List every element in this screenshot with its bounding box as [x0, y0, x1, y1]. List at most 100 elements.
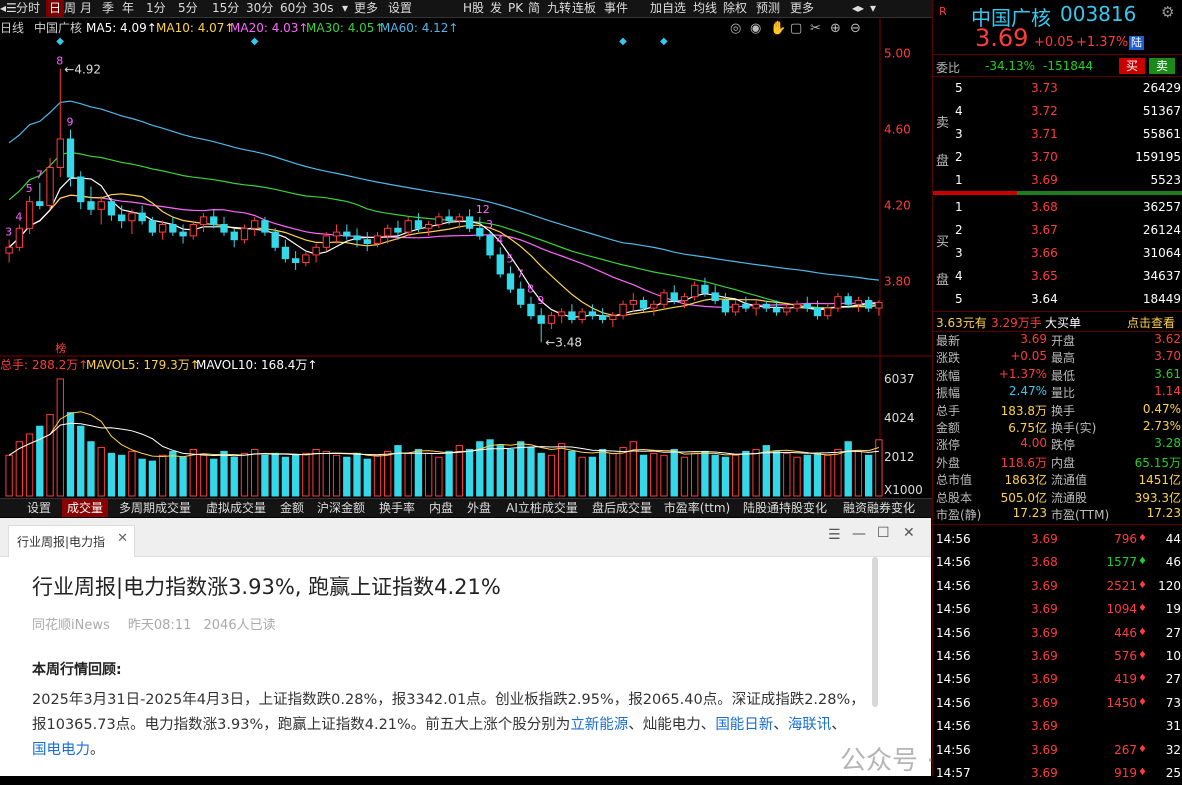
- stat-value: 6.75亿: [1008, 421, 1047, 435]
- mavol5-line: [8, 411, 880, 458]
- tick-volume: 267: [1114, 742, 1137, 757]
- stock-link[interactable]: 国能日新: [715, 717, 773, 733]
- chevron-down-icon[interactable]: ▾: [870, 0, 876, 17]
- candle-body: [465, 216, 474, 229]
- close-tab-icon[interactable]: ✕: [117, 531, 128, 546]
- tick-time: 14:56: [936, 649, 971, 663]
- period-item-12[interactable]: 更多: [354, 0, 378, 17]
- period-item-5[interactable]: 年: [122, 0, 134, 17]
- order-price: 3.68: [1031, 200, 1058, 214]
- news-tab[interactable]: 行业周报|电力指 ✕: [8, 525, 135, 557]
- indicator-tab-2[interactable]: 多周期成交量: [114, 499, 196, 517]
- stock-link[interactable]: 国电电力: [32, 742, 90, 758]
- news-scrollbar[interactable]: [872, 557, 878, 707]
- expand-icon[interactable]: ◂▸: [852, 0, 864, 17]
- period-item-11[interactable]: 30s: [312, 0, 334, 17]
- candle-body: [322, 235, 330, 248]
- toolbar-item-8[interactable]: 均线: [693, 0, 717, 17]
- toolbar-item-0[interactable]: H股: [463, 0, 484, 17]
- volume-bar: [691, 452, 699, 497]
- menu-icon[interactable]: ☰: [828, 527, 841, 543]
- order-price: 3.72: [1031, 104, 1058, 118]
- indicator-tab-13[interactable]: 融资融券变化: [836, 499, 922, 517]
- candle-body: [803, 303, 811, 309]
- chevron-down-icon[interactable]: ▾: [342, 0, 348, 17]
- sell-button[interactable]: 卖: [1149, 58, 1175, 74]
- indicator-tab-4[interactable]: 金额: [276, 499, 308, 517]
- tick-direction-icon: ♦: [1138, 743, 1147, 755]
- volume-bar: [5, 454, 13, 497]
- toolbar-item-6[interactable]: 事件: [604, 0, 628, 17]
- candle-body: [650, 303, 658, 309]
- period-item-3[interactable]: 月: [80, 0, 92, 17]
- toolbar-item-9[interactable]: 除权: [723, 0, 747, 17]
- period-item-2[interactable]: 周: [64, 0, 76, 17]
- toolbar-item-11[interactable]: 更多: [790, 0, 814, 17]
- volume-bar: [322, 450, 330, 497]
- indicator-tab-5[interactable]: 沪深金额: [312, 499, 370, 517]
- period-item-1[interactable]: 日: [46, 0, 65, 17]
- toolbar-item-2[interactable]: PK: [508, 0, 523, 17]
- order-volume: 159195: [1135, 150, 1181, 164]
- indicator-tab-11[interactable]: 市盈率(ttm): [660, 499, 734, 517]
- candle-body: [404, 220, 412, 233]
- candle-body: [731, 303, 740, 313]
- period-item-8[interactable]: 15分: [212, 0, 239, 17]
- tick-time: 14:56: [936, 742, 971, 757]
- tick-price: 3.69: [1031, 766, 1058, 780]
- countdown-label: 7: [36, 169, 43, 182]
- period-item-4[interactable]: 季: [102, 0, 114, 17]
- tick-direction-icon: ♦: [1138, 603, 1147, 615]
- period-item-10[interactable]: 60分: [280, 0, 307, 17]
- stat-label: 最低: [1051, 368, 1076, 383]
- toolbar-item-5[interactable]: 连板: [572, 0, 596, 17]
- toolbar-item-4[interactable]: 九转: [547, 0, 571, 17]
- indicator-tab-9[interactable]: AI立桩成交量: [500, 499, 584, 517]
- tick-direction-icon: ♦: [1138, 533, 1147, 544]
- tick-price: 3.69: [1031, 532, 1058, 546]
- indicator-tab-3[interactable]: 虚拟成交量: [200, 499, 272, 517]
- toolbar-item-1[interactable]: 发: [490, 0, 502, 17]
- period-item-6[interactable]: 1分: [146, 0, 166, 17]
- kline-chart[interactable]: 日线 中国广核 MA5: 4.09↑ MA10: 4.07↑MA20: 4.03↑MA…: [0, 18, 932, 498]
- toolbar-item-10[interactable]: 预测: [756, 0, 780, 17]
- period-item-0[interactable]: 分时: [16, 0, 40, 17]
- toolbar-item-7[interactable]: 加自选: [650, 0, 686, 17]
- tick-row: 14:56 3.69 446 ♦ 27: [933, 622, 1182, 645]
- chart-header-item: MA20: 4.03↑: [230, 21, 308, 35]
- stat-value: 65.15万: [1134, 455, 1181, 470]
- order-book-row: 3 3.71 55861: [933, 123, 1182, 146]
- stock-link[interactable]: 立新能源: [570, 717, 628, 733]
- countdown-label: 7: [517, 268, 524, 281]
- buy-button[interactable]: 买: [1119, 58, 1145, 74]
- news-source[interactable]: 同花顺iNews: [32, 618, 110, 633]
- news-paragraph: 2025年3月31日-2025年4月3日，上证指数跌0.28%，报3342.01…: [32, 688, 865, 763]
- stat-label: 内盘: [1051, 455, 1076, 470]
- maximize-icon[interactable]: ☐: [877, 525, 890, 541]
- close-icon[interactable]: ✕: [903, 525, 915, 541]
- toolbar-item-3[interactable]: 简: [528, 0, 540, 17]
- indicator-tab-12[interactable]: 陆股通持股变化: [738, 499, 832, 517]
- indicator-tab-6[interactable]: 换手率: [374, 499, 420, 517]
- period-item-9[interactable]: 30分: [246, 0, 273, 17]
- minimize-icon[interactable]: —: [852, 526, 866, 542]
- indicator-tab-10[interactable]: 盘后成交量: [588, 499, 656, 517]
- indicator-tab-8[interactable]: 外盘: [462, 499, 496, 517]
- volume-bar: [210, 458, 218, 497]
- indicator-tab-7[interactable]: 内盘: [424, 499, 458, 517]
- candle-body: [537, 315, 545, 324]
- period-item-7[interactable]: 5分: [178, 0, 198, 17]
- candle-body: [291, 258, 300, 263]
- tick-volume: 1577: [1106, 555, 1137, 570]
- weibi-label: 委比: [936, 61, 961, 75]
- stock-link[interactable]: 海联讯: [788, 717, 832, 733]
- indicator-tab-1[interactable]: 成交量: [62, 499, 108, 517]
- gear-icon[interactable]: ⚙: [1161, 3, 1174, 21]
- period-item-13[interactable]: 设置: [388, 0, 412, 17]
- candle-body: [762, 303, 770, 309]
- tick-count: 19: [1165, 602, 1181, 617]
- candle-body: [148, 220, 157, 233]
- indicator-tab-0[interactable]: 设置: [20, 499, 58, 517]
- big-order-link[interactable]: 点击查看: [1127, 314, 1175, 331]
- menu-icon[interactable]: ◂☰: [0, 0, 17, 17]
